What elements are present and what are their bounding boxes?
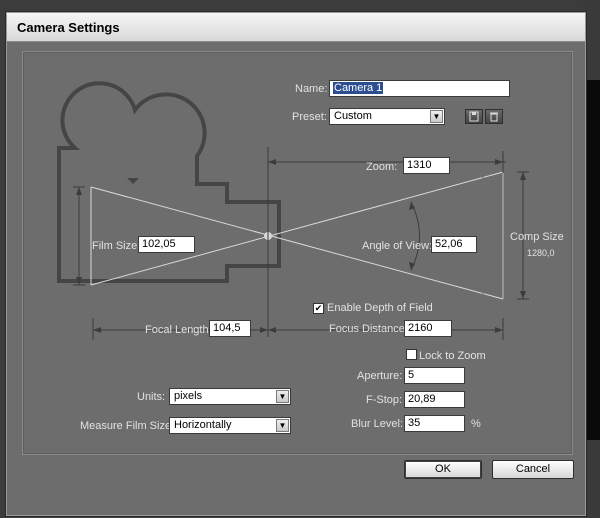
comp-size-label: Comp Size bbox=[510, 231, 564, 243]
measure-film-size-select[interactable]: Horizontally ▼ bbox=[169, 417, 291, 434]
lock-to-zoom-label: Lock to Zoom bbox=[419, 350, 486, 362]
chevron-down-icon[interactable]: ▼ bbox=[276, 390, 289, 403]
blur-level-unit: % bbox=[471, 418, 481, 430]
name-input-value: Camera 1 bbox=[333, 82, 384, 94]
enable-depth-of-field-label: Enable Depth of Field bbox=[327, 302, 433, 314]
name-label: Name: bbox=[295, 83, 328, 95]
units-select[interactable]: pixels ▼ bbox=[169, 388, 291, 405]
blur-level-label: Blur Level: bbox=[351, 418, 403, 430]
preset-label: Preset: bbox=[292, 111, 327, 123]
focal-length-input[interactable]: 104,5 bbox=[209, 320, 251, 337]
aperture-label: Aperture: bbox=[357, 370, 403, 382]
cancel-button[interactable]: Cancel bbox=[492, 460, 574, 479]
preset-buttons bbox=[465, 109, 505, 124]
settings-panel: Name: Camera 1 Preset: Custom ▼ Zoom: 13… bbox=[22, 51, 573, 455]
comp-size-value: 1280,0 bbox=[527, 248, 555, 258]
focal-length-label: Focal Length: bbox=[145, 324, 212, 336]
title-bar[interactable]: Camera Settings bbox=[7, 13, 585, 42]
measure-film-size-select-value: Horizontally bbox=[174, 419, 232, 431]
ok-button[interactable]: OK bbox=[404, 460, 482, 479]
dialog-title: Camera Settings bbox=[17, 20, 120, 35]
film-size-label: Film Size: bbox=[92, 240, 141, 252]
angle-of-view-label: Angle of View: bbox=[362, 240, 433, 252]
enable-depth-of-field-checkbox[interactable]: ✔ bbox=[313, 303, 324, 314]
focus-distance-input[interactable]: 2160 bbox=[404, 320, 452, 337]
background-strip-dark bbox=[585, 80, 600, 440]
chevron-down-icon[interactable]: ▼ bbox=[430, 110, 443, 123]
f-stop-label: F-Stop: bbox=[366, 394, 403, 406]
focus-distance-label: Focus Distance: bbox=[329, 323, 408, 335]
zoom-label: Zoom: bbox=[366, 161, 398, 173]
camera-settings-dialog: Camera Settings Name: Camera 1 Preset: C… bbox=[6, 12, 586, 516]
preset-select[interactable]: Custom ▼ bbox=[329, 108, 445, 125]
trash-icon bbox=[490, 112, 498, 122]
units-label: Units: bbox=[137, 391, 166, 403]
lens-notch bbox=[127, 178, 139, 184]
f-stop-input[interactable]: 20,89 bbox=[404, 391, 465, 408]
delete-preset-button[interactable] bbox=[485, 109, 503, 124]
preset-select-value: Custom bbox=[334, 110, 372, 122]
blur-level-input[interactable]: 35 bbox=[404, 415, 465, 432]
chevron-down-icon[interactable]: ▼ bbox=[276, 419, 289, 432]
lock-to-zoom-checkbox[interactable] bbox=[406, 349, 417, 360]
angle-of-view-input[interactable]: 52,06 bbox=[431, 236, 477, 253]
film-size-input[interactable]: 102,05 bbox=[138, 236, 195, 253]
measure-film-size-label: Measure Film Size: bbox=[80, 420, 175, 432]
zoom-input[interactable]: 1310 bbox=[403, 157, 450, 174]
checkmark-icon: ✔ bbox=[314, 303, 323, 313]
save-preset-button[interactable] bbox=[465, 109, 483, 124]
name-input[interactable]: Camera 1 bbox=[329, 80, 510, 97]
aperture-input[interactable]: 5 bbox=[404, 367, 465, 384]
save-icon bbox=[469, 111, 479, 122]
units-select-value: pixels bbox=[174, 390, 203, 402]
